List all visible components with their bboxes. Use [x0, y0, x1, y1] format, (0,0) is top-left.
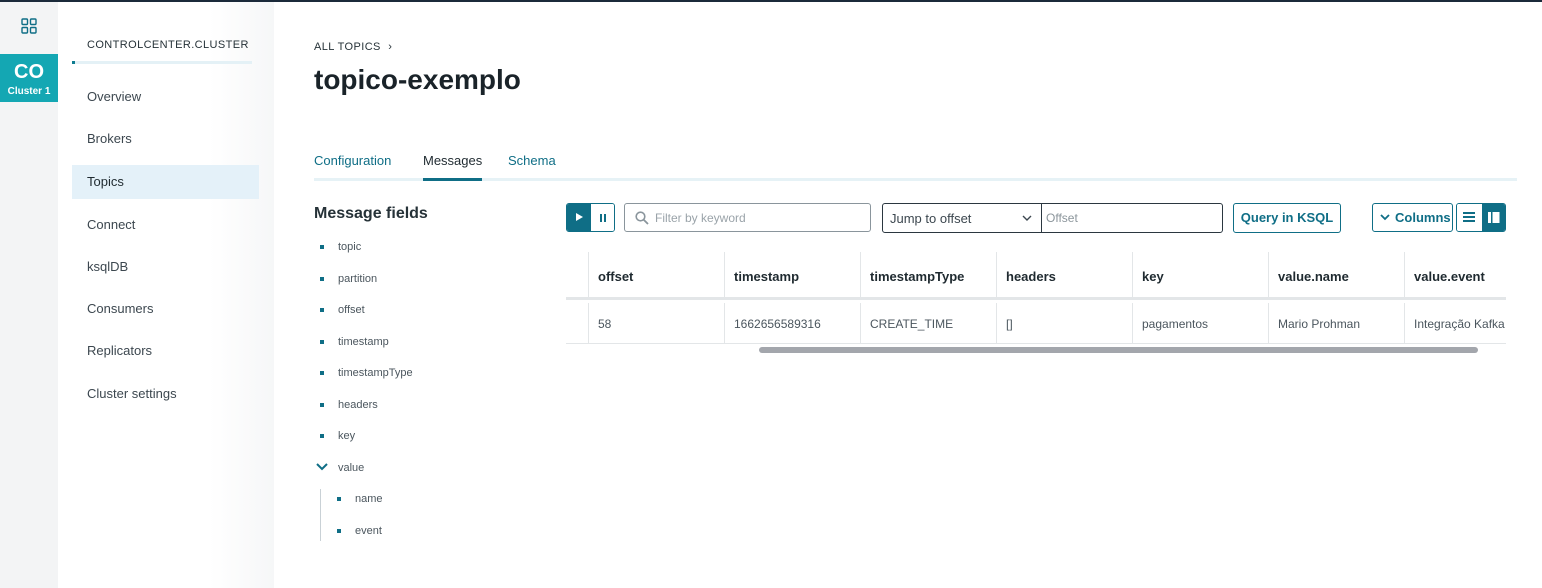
table-row[interactable]: 58 1662656589316 CREATE_TIME [] pagament… — [566, 303, 1506, 344]
columns-button-label: Columns — [1395, 210, 1451, 225]
jump-select-label: Jump to offset — [890, 211, 972, 226]
query-in-ksql-button[interactable]: Query in KSQL — [1233, 203, 1341, 233]
tab-schema[interactable]: Schema — [508, 150, 556, 181]
table-cell: pagamentos — [1132, 303, 1268, 344]
apps-grid-icon[interactable] — [21, 18, 37, 34]
tab-bar: Configuration Messages Schema — [314, 150, 1517, 181]
search-box — [624, 203, 871, 232]
messages-table: offset timestamp timestampType headers k… — [566, 252, 1506, 356]
field-value-event[interactable]: event — [337, 523, 382, 539]
field-label: headers — [338, 399, 378, 411]
bullet-icon — [320, 340, 324, 344]
field-topic[interactable]: topic — [320, 239, 362, 255]
table-cell: Mario Prohman — [1268, 303, 1404, 344]
message-fields-title: Message fields — [314, 205, 428, 222]
offset-input[interactable] — [1046, 209, 1216, 227]
field-label: topic — [338, 241, 362, 253]
field-label: key — [338, 430, 356, 442]
field-partition[interactable]: partition — [320, 271, 378, 287]
bullet-icon — [320, 245, 324, 249]
table-cell: 1662656589316 — [724, 303, 860, 344]
tab-messages[interactable]: Messages — [423, 150, 483, 181]
breadcrumb-all-topics[interactable]: ALL TOPICS — [314, 41, 381, 53]
sidebar-item-topics[interactable]: Topics — [72, 165, 259, 199]
bullet-icon — [320, 308, 324, 312]
page-title: topico-exemplo — [314, 64, 521, 95]
table-header: offset timestamp timestampType headers k… — [566, 252, 1506, 300]
card-view-icon — [1488, 212, 1500, 223]
field-headers[interactable]: headers — [320, 397, 378, 413]
sidebar-item-consumers[interactable]: Consumers — [72, 292, 259, 326]
sidebar-divider — [72, 61, 252, 64]
field-value-name[interactable]: name — [337, 491, 383, 507]
table-cell: [] — [996, 303, 1132, 344]
filter-keyword-input[interactable] — [655, 209, 865, 227]
table-cell: Integração Kafka — [1404, 303, 1506, 344]
tab-configuration[interactable]: Configuration — [314, 150, 391, 181]
bullet-icon — [320, 434, 324, 438]
chevron-down-icon[interactable] — [316, 463, 328, 471]
sidebar-item-ksqldb[interactable]: ksqlDB — [72, 250, 259, 284]
column-header-offset[interactable]: offset — [588, 252, 724, 300]
field-timestamp[interactable]: timestamp — [320, 334, 389, 350]
search-icon — [635, 211, 649, 225]
column-header-timestamp[interactable]: timestamp — [724, 252, 860, 300]
column-header-value-event[interactable]: value.event — [1404, 252, 1506, 300]
field-timestamptype[interactable]: timestampType — [320, 365, 413, 381]
view-toggle — [1456, 203, 1506, 232]
field-label: offset — [338, 304, 365, 316]
bullet-icon — [320, 403, 324, 407]
field-label: timestampType — [338, 367, 413, 379]
bullet-icon — [337, 529, 341, 533]
jump-to-select[interactable]: Jump to offset — [882, 203, 1042, 233]
field-label: name — [355, 493, 383, 505]
cluster-label: Cluster 1 — [7, 86, 51, 97]
table-cell: CREATE_TIME — [860, 303, 996, 344]
card-view-button[interactable] — [1482, 204, 1505, 231]
breadcrumb-chevron-icon: › — [388, 41, 393, 53]
sidebar-item-replicators[interactable]: Replicators — [72, 334, 259, 368]
sidebar-item-cluster-settings[interactable]: Cluster settings — [72, 377, 259, 411]
field-offset[interactable]: offset — [320, 302, 365, 318]
field-value-group[interactable]: value — [338, 460, 364, 476]
sidebar-cluster-name: CONTROLCENTER.CLUSTER — [87, 39, 249, 51]
pause-button[interactable] — [591, 204, 614, 231]
table-cell: 58 — [588, 303, 724, 344]
sidebar-item-overview[interactable]: Overview — [72, 80, 259, 114]
bullet-icon — [320, 277, 324, 281]
scrollbar-thumb[interactable] — [759, 347, 1478, 353]
cluster-abbr: CO — [14, 61, 44, 83]
bullet-icon — [320, 371, 324, 375]
offset-box — [1041, 203, 1223, 233]
field-key[interactable]: key — [320, 428, 356, 444]
app-rail: CO Cluster 1 — [0, 2, 58, 588]
sidebar-item-brokers[interactable]: Brokers — [72, 122, 259, 156]
column-header-headers[interactable]: headers — [996, 252, 1132, 300]
column-header-key[interactable]: key — [1132, 252, 1268, 300]
sidebar-item-connect[interactable]: Connect — [72, 208, 259, 242]
field-label: partition — [338, 273, 378, 285]
list-view-button[interactable] — [1457, 204, 1482, 231]
chevron-down-icon — [1022, 215, 1032, 221]
cluster-switcher[interactable]: CO Cluster 1 — [0, 54, 58, 102]
play-button[interactable] — [567, 204, 591, 231]
horizontal-scrollbar[interactable] — [566, 345, 1506, 356]
sidebar: CONTROLCENTER.CLUSTER Overview Brokers T… — [58, 2, 274, 588]
column-header-timestamptype[interactable]: timestampType — [860, 252, 996, 300]
column-header-value-name[interactable]: value.name — [1268, 252, 1404, 300]
field-label: event — [355, 525, 382, 537]
field-label: timestamp — [338, 336, 389, 348]
list-icon — [1463, 212, 1475, 222]
chevron-down-icon — [1380, 214, 1390, 221]
breadcrumb[interactable]: ALL TOPICS › — [314, 41, 392, 53]
columns-button[interactable]: Columns — [1372, 203, 1453, 232]
playback-controls — [566, 203, 615, 232]
bullet-icon — [337, 497, 341, 501]
tree-guide-line — [320, 489, 321, 541]
